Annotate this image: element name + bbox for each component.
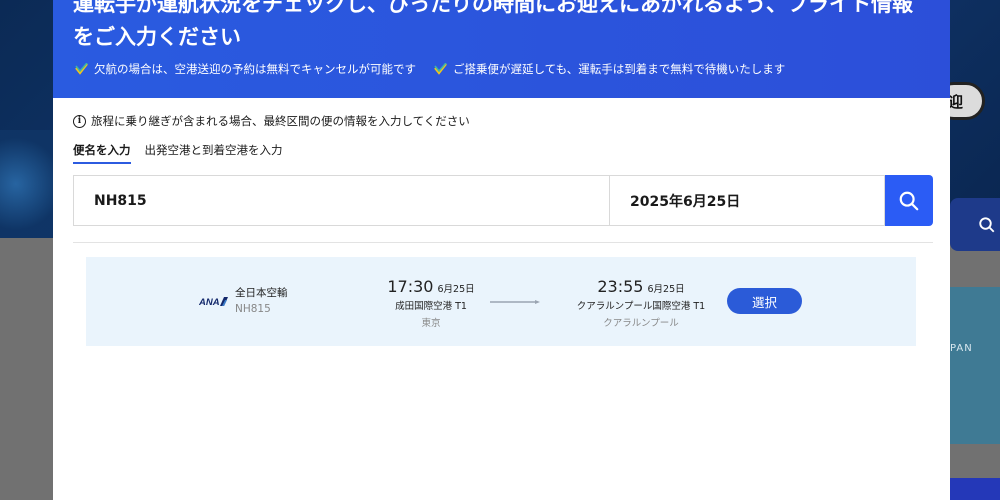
departure-airport: 成田国際空港 T1 — [395, 301, 467, 312]
arrival-info: 23:55 6月25日 クアラルンプール国際空港 T1 クアラルンプール — [566, 277, 716, 329]
benefit-text: 欠航の場合は、空港送迎の予約は無料でキャンセルが可能です — [94, 62, 416, 76]
background-bottom-bar — [950, 478, 1000, 500]
modal-title: 運転手が運航状況をチェックし、ぴったりの時間にお迎えにあがれるよう、フライト情報… — [73, 0, 913, 49]
tab-airports[interactable]: 出発空港と到着空港を入力 — [145, 142, 283, 164]
background-map-label: PAN — [950, 343, 973, 354]
connection-info: i 旅程に乗り継ぎが含まれる場合、最終区間の便の情報を入力してください — [73, 113, 470, 129]
arrival-time: 23:55 — [597, 277, 644, 296]
input-mode-tabs: 便名を入力 出発空港と到着空港を入力 — [73, 142, 283, 164]
benefits-list: 欠航の場合は、空港送迎の予約は無料でキャンセルが可能です ご搭乗便が遅延しても、… — [75, 61, 785, 77]
tab-flight-number[interactable]: 便名を入力 — [73, 142, 131, 164]
departure-time: 17:30 — [387, 277, 434, 296]
flight-info-modal: 運転手が運航状況をチェックし、ぴったりの時間にお迎えにあがれるよう、フライト情報… — [53, 0, 950, 500]
modal-header: 運転手が運航状況をチェックし、ぴったりの時間にお迎えにあがれるよう、フライト情報… — [53, 0, 950, 98]
departure-info: 17:30 6月25日 成田国際空港 T1 東京 — [356, 277, 506, 329]
background-decoration — [0, 130, 53, 238]
flight-number-input[interactable] — [94, 192, 609, 209]
search-icon — [899, 191, 919, 210]
flight-number-field — [73, 175, 609, 226]
search-button[interactable] — [885, 175, 933, 226]
departure-city: 東京 — [421, 318, 441, 329]
info-icon: i — [73, 114, 86, 128]
divider — [73, 242, 933, 243]
flight-search-form — [73, 175, 933, 226]
connection-info-text: 旅程に乗り継ぎが含まれる場合、最終区間の便の情報を入力してください — [91, 114, 470, 128]
arrival-date: 6月25日 — [647, 284, 685, 295]
arrival-airport: クアラルンプール国際空港 T1 — [576, 301, 706, 312]
flight-date-field — [609, 175, 885, 226]
flight-date-input[interactable] — [630, 192, 884, 209]
benefit-item: 欠航の場合は、空港送迎の予約は無料でキャンセルが可能です — [75, 61, 416, 77]
airline-logo: ANA — [199, 297, 228, 307]
flight-result-card[interactable]: ANA 全日本空輸 NH815 17:30 6月25日 成田国際空港 T1 東京… — [86, 257, 916, 346]
departure-date: 6月25日 — [437, 284, 475, 295]
select-button[interactable]: 選択 — [727, 288, 802, 314]
arrival-city: クアラルンプール — [603, 318, 679, 329]
airline-name: 全日本空輸 — [235, 287, 288, 299]
search-icon — [979, 216, 995, 232]
check-icon — [434, 63, 447, 75]
flight-code: NH815 — [235, 303, 271, 315]
arrow-right-icon — [490, 300, 540, 304]
background-map — [950, 287, 1000, 444]
background-search-button — [950, 198, 1000, 251]
check-icon — [75, 63, 88, 75]
benefit-item: ご搭乗便が遅延しても、運転手は到着まで無料で待機いたします — [434, 61, 785, 77]
airline-logo-text: ANA — [199, 297, 220, 307]
benefit-text: ご搭乗便が遅延しても、運転手は到着まで無料で待機いたします — [453, 62, 786, 76]
